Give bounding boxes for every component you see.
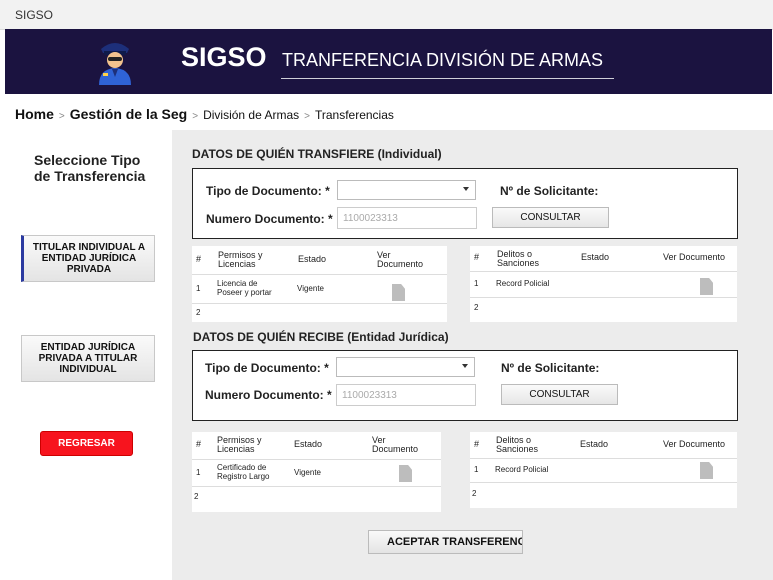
row-permiso: Certificado de Registro Largo <box>217 463 270 481</box>
document-icon[interactable] <box>700 278 713 295</box>
breadcrumb-home[interactable]: Home <box>15 106 54 122</box>
document-icon[interactable] <box>399 465 412 482</box>
row-permiso: Licencia de Poseer y portar <box>217 279 272 297</box>
row-number: 1 <box>474 465 479 474</box>
recibe-form: Tipo de Documento: * Nº de Solicitante: … <box>192 350 738 421</box>
window-title: SIGSO <box>15 8 54 22</box>
row-number: 2 <box>196 308 201 317</box>
doc-type-select[interactable] <box>336 357 475 377</box>
doc-number-input[interactable]: 1100023313 <box>336 384 476 406</box>
col-header-number: # <box>474 439 480 449</box>
breadcrumb-gestion[interactable]: Gestión de la Seg <box>70 106 187 122</box>
document-icon[interactable] <box>392 284 405 301</box>
chevron-down-icon <box>463 187 469 191</box>
table-divider <box>192 459 441 460</box>
doc-number-label: Numero Documento: * <box>206 212 333 226</box>
row-number: 1 <box>196 468 201 477</box>
row-number: 2 <box>474 303 479 312</box>
option-juridica-to-individual[interactable]: ENTIDAD JURÍDICA PRIVADA A TITULAR INDIV… <box>21 335 155 382</box>
table-divider <box>470 271 737 272</box>
table-divider <box>192 274 447 275</box>
doc-type-label: Tipo de Documento: * <box>205 361 329 375</box>
breadcrumb-transferencias: Transferencias <box>314 108 394 122</box>
table-divider <box>192 486 441 487</box>
row-delito: Record Policial <box>495 465 549 474</box>
consult-button[interactable]: CONSULTAR <box>492 207 609 228</box>
recibe-permisos-table: # Permisos y Licencias Estado Ver Docume… <box>192 432 441 512</box>
option-individual-to-juridica[interactable]: TITULAR INDIVIDUAL A ENTIDAD JURÍDICA PR… <box>21 235 155 282</box>
col-header-ver-documento: Ver Documento <box>663 252 726 262</box>
transfiere-title: DATOS DE QUIÉN TRANSFIERE (Individual) <box>192 147 442 161</box>
col-header-estado: Estado <box>298 254 327 264</box>
col-header-ver-documento: Ver Documento <box>377 250 424 269</box>
table-divider <box>470 297 737 298</box>
recibe-delitos-table: # Delitos o Sanciones Estado Ver Documen… <box>470 432 737 508</box>
table-divider <box>192 303 447 304</box>
header-banner: SIGSO TRANFERENCIA DIVISIÓN DE ARMAS <box>5 29 772 94</box>
chevron-down-icon <box>462 364 468 368</box>
document-icon[interactable] <box>700 462 713 479</box>
col-header-estado: Estado <box>294 439 323 449</box>
back-button[interactable]: REGRESAR <box>40 431 133 456</box>
col-header-delitos: Delitos o Sanciones <box>497 249 540 268</box>
table-divider <box>470 482 737 483</box>
doc-type-select[interactable] <box>337 180 476 200</box>
breadcrumb: Home > Gestión de la Seg > División de Armas… <box>15 106 394 122</box>
police-officer-icon <box>99 43 131 85</box>
row-number: 2 <box>194 492 199 501</box>
accept-transfer-button[interactable]: ACEPTAR TRANSFERENCIA <box>368 530 523 554</box>
consult-button[interactable]: CONSULTAR <box>501 384 618 405</box>
doc-number-input[interactable]: 1100023313 <box>337 207 477 229</box>
row-estado: Vigente <box>294 468 321 477</box>
col-header-number: # <box>196 439 202 449</box>
col-header-delitos: Delitos o Sanciones <box>496 435 539 454</box>
sidebar-title: Seleccione Tipo de Transferencia <box>34 152 146 184</box>
col-header-estado: Estado <box>580 439 609 449</box>
col-header-ver-documento: Ver Documento <box>372 435 419 454</box>
col-header-estado: Estado <box>581 252 610 262</box>
row-delito: Record Policial <box>496 279 550 288</box>
row-estado: Vigente <box>297 284 324 293</box>
breadcrumb-separator: > <box>192 111 199 122</box>
col-header-permisos: Permisos y Licencias <box>218 250 263 269</box>
recibe-title: DATOS DE QUIÉN RECIBE (Entidad Jurídica) <box>193 330 449 344</box>
transfiere-permisos-table: # Permisos y Licencias Estado Ver Docume… <box>192 246 447 322</box>
table-divider <box>470 458 737 459</box>
requester-label: Nº de Solicitante: <box>500 184 599 198</box>
requester-label: Nº de Solicitante: <box>501 361 600 375</box>
page-subtitle: TRANFERENCIA DIVISIÓN DE ARMAS <box>282 50 604 70</box>
transfiere-form: Tipo de Documento: * Nº de Solicitante: … <box>192 168 738 239</box>
transfiere-delitos-table: # Delitos o Sanciones Estado Ver Documen… <box>470 246 737 322</box>
row-number: 2 <box>472 489 477 498</box>
app-name: SIGSO <box>181 42 267 72</box>
doc-type-label: Tipo de Documento: * <box>206 184 330 198</box>
subtitle-underline <box>281 78 614 79</box>
col-header-number: # <box>196 254 202 264</box>
window-titlebar: SIGSO <box>0 0 773 30</box>
doc-number-label: Numero Documento: * <box>205 388 332 402</box>
col-header-ver-documento: Ver Documento <box>663 439 726 449</box>
row-number: 1 <box>474 279 479 288</box>
breadcrumb-separator: > <box>58 111 65 122</box>
breadcrumb-separator: > <box>304 111 310 122</box>
breadcrumb-division[interactable]: División de Armas <box>203 108 299 122</box>
row-number: 1 <box>196 284 201 293</box>
col-header-number: # <box>474 252 480 262</box>
col-header-permisos: Permisos y Licencias <box>217 435 262 454</box>
